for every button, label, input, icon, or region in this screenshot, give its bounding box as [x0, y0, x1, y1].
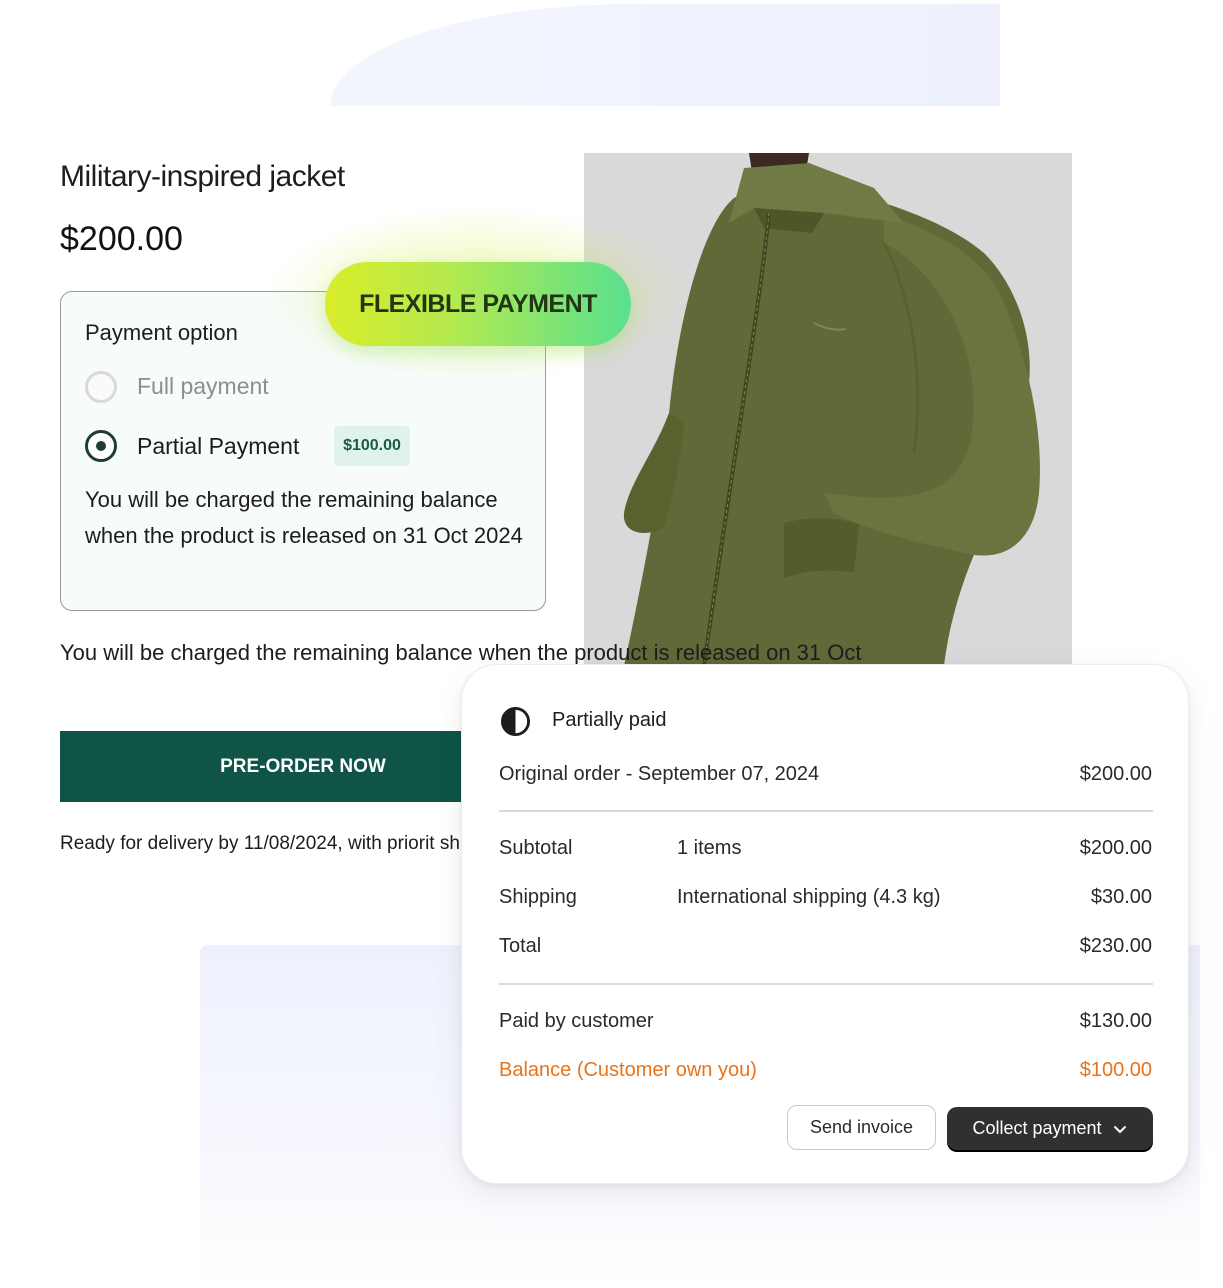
- background-shape-top: [330, 4, 1000, 106]
- shipping-amount: $30.00: [1090, 886, 1152, 908]
- payment-status-label: Partially paid: [552, 709, 667, 731]
- chevron-down-icon: [1113, 1125, 1126, 1133]
- product-price: $200.00: [60, 220, 183, 258]
- balance-label: Balance (Customer own you): [499, 1059, 757, 1081]
- deposit-amount-badge: $100.00: [334, 426, 410, 466]
- full-payment-label[interactable]: Full payment: [137, 373, 269, 400]
- product-title: Military-inspired jacket: [60, 160, 345, 193]
- balance-amount: $100.00: [1079, 1059, 1152, 1081]
- shipping-label: Shipping: [499, 886, 577, 908]
- partial-payment-radio[interactable]: [85, 430, 117, 462]
- collect-payment-label: Collect payment: [972, 1118, 1102, 1138]
- full-payment-radio[interactable]: [85, 371, 117, 403]
- subtotal-amount: $200.00: [1079, 837, 1152, 859]
- send-invoice-label: Send invoice: [809, 1117, 914, 1137]
- payment-option-title: Payment option: [85, 320, 238, 345]
- collect-payment-button[interactable]: Collect payment: [947, 1107, 1153, 1150]
- partial-payment-note: You will be charged the remaining balanc…: [85, 487, 523, 548]
- divider: [499, 983, 1153, 985]
- divider: [499, 810, 1153, 812]
- total-label: Total: [499, 935, 542, 957]
- send-invoice-button[interactable]: Send invoice: [787, 1105, 936, 1150]
- flexible-payment-badge: FLEXIBLE PAYMENT: [325, 262, 631, 346]
- order-summary-card: Partially paid Original order - Septembe…: [461, 664, 1189, 1184]
- original-order-amount: $200.00: [1079, 763, 1152, 785]
- total-amount: $230.00: [1079, 935, 1152, 957]
- shipping-detail: International shipping (4.3 kg): [677, 886, 941, 908]
- delivery-text: Ready for delivery by 11/08/2024, with p…: [60, 833, 615, 854]
- subtotal-label: Subtotal: [499, 837, 573, 859]
- partial-payment-label[interactable]: Partial Payment: [137, 433, 299, 460]
- remaining-balance-text: You will be charged the remaining balanc…: [60, 640, 862, 665]
- original-order-label: Original order - September 07, 2024: [499, 763, 820, 785]
- paid-by-customer-amount: $130.00: [1079, 1010, 1152, 1032]
- paid-by-customer-label: Paid by customer: [499, 1010, 654, 1032]
- half-circle-icon: [500, 706, 531, 737]
- subtotal-detail: 1 items: [677, 837, 742, 859]
